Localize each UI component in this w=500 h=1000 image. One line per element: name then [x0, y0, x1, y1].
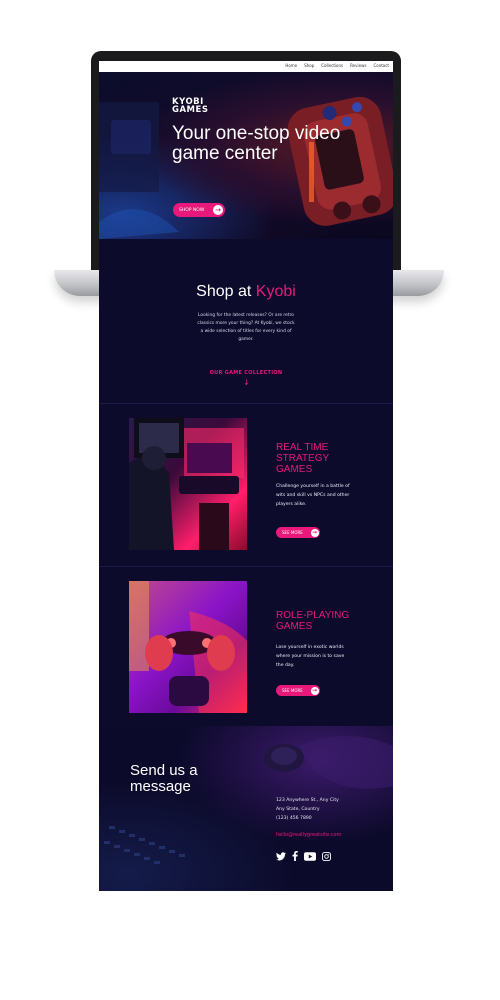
website: Home Shop Collections Reviews Contact KY… — [99, 61, 393, 891]
social-links — [276, 850, 331, 864]
shop-description: Looking for the latest releases? Or are … — [197, 313, 295, 342]
hero-title: Your one-stop video game center — [172, 123, 341, 164]
gamer-setup-illustration — [129, 418, 244, 550]
shop-heading-prefix: Shop at — [196, 283, 252, 300]
arrow-right-icon: → — [310, 528, 319, 537]
contact-background-image — [104, 736, 393, 864]
email-link[interactable]: hello@reallygreatsite.com — [276, 832, 341, 838]
address-line-2: Any State, Country — [276, 807, 320, 812]
shop-heading-accent: Kyobi — [255, 283, 296, 300]
shop-now-label: SHOP NOW — [179, 207, 205, 213]
address-line-1: 123 Anywhere St., Any City — [276, 798, 339, 803]
nav-links: Home Shop Collections Reviews Contact — [285, 63, 389, 68]
hands-controller-illustration — [129, 581, 247, 713]
strategy-game-description: Challenge yourself in a battle of wits a… — [276, 484, 350, 507]
strategy-see-more-button[interactable]: SEE MORE → — [276, 527, 320, 538]
contact-title: Send us a message — [130, 762, 198, 795]
hero-banner: KYOBI GAMES Your one-stop video game cen… — [99, 72, 393, 239]
contact-section: Send us a message 123 Anywhere St., Any … — [99, 726, 393, 891]
nav-reviews[interactable]: Reviews — [350, 63, 366, 68]
top-nav: Home Shop Collections Reviews Contact — [99, 61, 393, 72]
arrow-right-icon: → — [213, 205, 223, 215]
section-divider — [99, 403, 393, 404]
brand-logo[interactable]: KYOBI GAMES — [172, 98, 209, 115]
twitter-icon[interactable] — [276, 851, 286, 864]
collection-link[interactable]: OUR GAME COLLECTION — [99, 370, 393, 376]
rpg-see-more-button[interactable]: SEE MORE → — [276, 685, 320, 696]
see-more-label: SEE MORE — [282, 688, 303, 693]
rpg-game-description: Lose yourself in exotic worlds where you… — [276, 645, 345, 668]
shop-now-button[interactable]: SHOP NOW → — [173, 203, 225, 217]
instagram-icon[interactable] — [322, 851, 331, 864]
nav-shop[interactable]: Shop — [304, 63, 314, 68]
arrow-right-icon: → — [310, 686, 319, 695]
logo-line-2: GAMES — [172, 105, 209, 115]
facebook-icon[interactable] — [292, 850, 298, 864]
nav-home[interactable]: Home — [285, 63, 297, 68]
youtube-icon[interactable] — [304, 851, 316, 864]
nav-collections[interactable]: Collections — [321, 63, 343, 68]
arrow-down-icon[interactable]: ↓ — [243, 378, 250, 387]
strategy-game-image — [129, 418, 247, 550]
phone-number: (123) 456 7890 — [276, 816, 312, 821]
rpg-game-title: ROLE-PLAYING GAMES — [276, 610, 350, 632]
see-more-label: SEE MORE — [282, 530, 303, 535]
shop-heading: Shop at Kyobi — [99, 283, 393, 301]
section-divider — [99, 566, 393, 567]
rpg-game-image — [129, 581, 247, 713]
contact-address: 123 Anywhere St., Any City Any State, Co… — [276, 796, 339, 823]
strategy-game-title: REAL TIME STRATEGY GAMES — [276, 442, 329, 475]
nav-contact[interactable]: Contact — [373, 63, 389, 68]
